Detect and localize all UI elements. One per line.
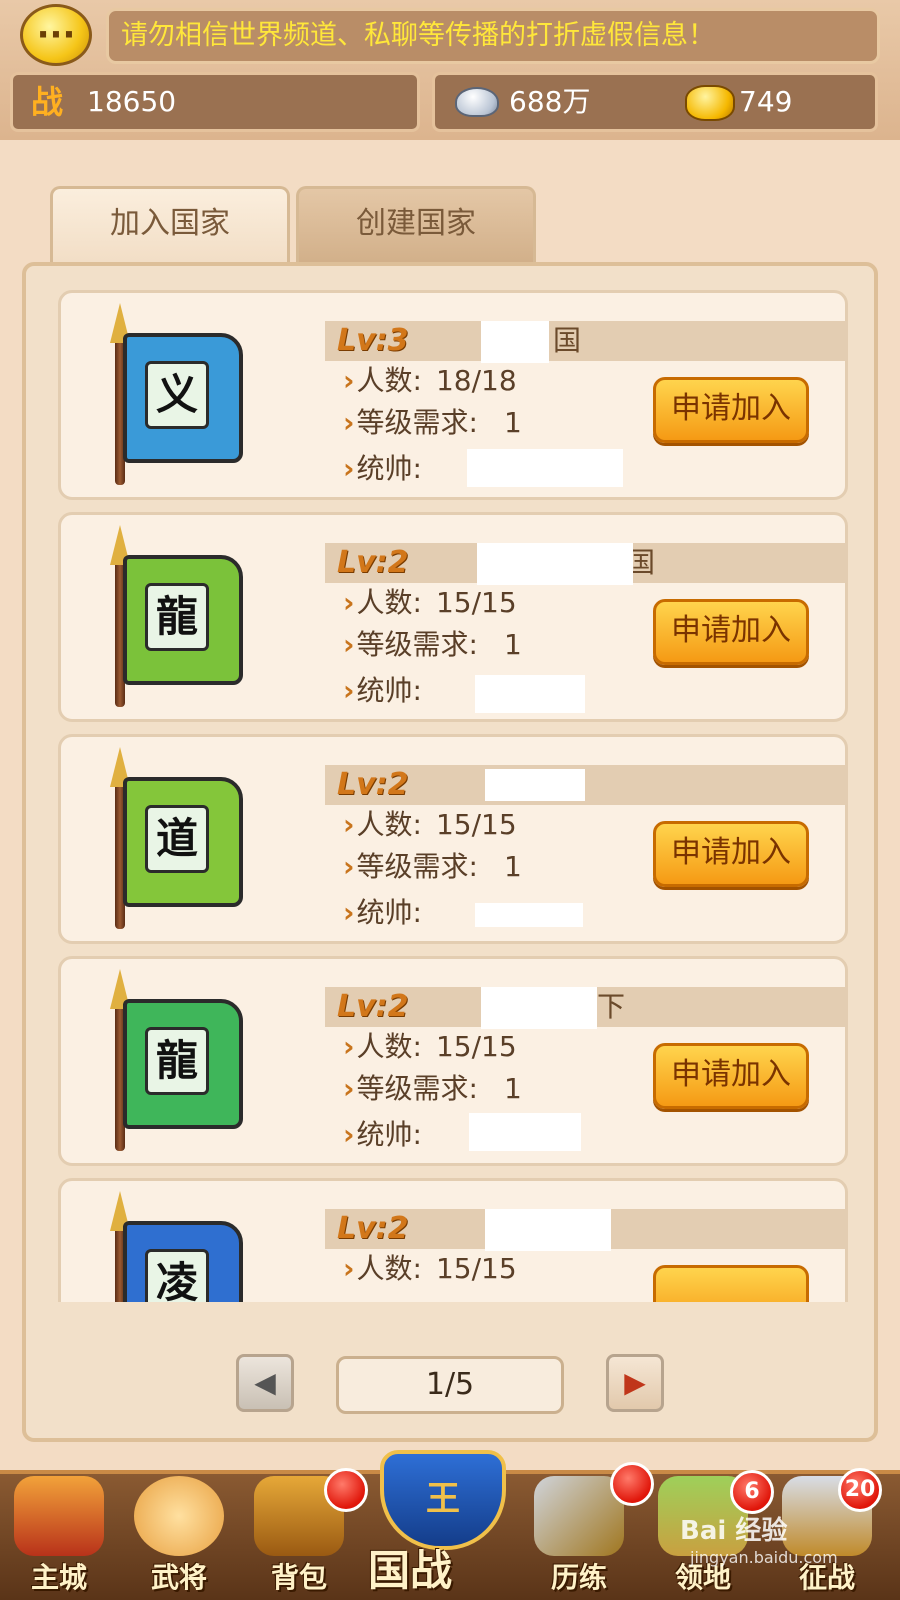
silver-ingot-icon bbox=[455, 87, 499, 117]
palace-icon bbox=[14, 1476, 104, 1556]
combat-power-icon: 战 bbox=[31, 83, 64, 121]
level-req-value: 1 bbox=[503, 850, 522, 883]
leader-name-redacted bbox=[469, 1113, 581, 1151]
leader-row: ›统帅: bbox=[343, 674, 422, 707]
members-value: 15/15 bbox=[435, 586, 517, 619]
members-value: 18/18 bbox=[435, 364, 517, 397]
country-flag-icon: 龍 bbox=[101, 969, 261, 1155]
country-level: Lv:2 bbox=[337, 989, 409, 1024]
members-row: ›人数: 15/15 bbox=[343, 586, 517, 619]
country-level: Lv:2 bbox=[337, 767, 409, 802]
country-name: 国 bbox=[627, 546, 656, 579]
country-name-redacted bbox=[477, 543, 633, 585]
watermark-url: jingyan.baidu.com bbox=[690, 1548, 838, 1567]
level-req-row: ›等级需求: 1 bbox=[343, 1072, 522, 1105]
country-card: 道 Lv:2 ›人数: 15/15 ›等级需求: 1 ›统帅: 申请加入 bbox=[58, 734, 848, 944]
prev-page-button[interactable]: ◀ bbox=[236, 1354, 294, 1412]
watermark: Bai 经验 bbox=[680, 1516, 788, 1546]
nav-training[interactable]: 历练 bbox=[520, 1462, 654, 1600]
combat-power-panel: 战 18650 bbox=[10, 72, 420, 132]
notification-badge: 20 bbox=[838, 1468, 882, 1512]
system-notice: 请勿相信世界频道、私聊等传播的打折虚假信息！ bbox=[106, 8, 880, 64]
country-card: 凌 Lv:2 ›人数: 15/15 bbox=[58, 1178, 848, 1302]
flag-emblem: 道 bbox=[145, 805, 209, 873]
level-req-value: 1 bbox=[503, 1072, 522, 1105]
chat-bubble-icon[interactable]: ··· bbox=[20, 4, 92, 66]
level-req-value: 1 bbox=[503, 406, 522, 439]
next-page-button[interactable]: ▶ bbox=[606, 1354, 664, 1412]
country-card: 龍 Lv:2 国 ›人数: 15/15 ›等级需求: 1 ›统帅: 申请加入 bbox=[58, 512, 848, 722]
country-name-redacted bbox=[485, 1209, 611, 1251]
level-req-row: ›等级需求: 1 bbox=[343, 406, 522, 439]
apply-join-button[interactable]: 申请加入 bbox=[653, 821, 809, 887]
flag-emblem: 义 bbox=[145, 361, 209, 429]
silver-value: 688万 bbox=[509, 85, 591, 118]
country-name-redacted bbox=[481, 987, 597, 1029]
currency-panel: 688万 749 bbox=[432, 72, 878, 132]
country-name-redacted bbox=[485, 769, 585, 801]
country-level: Lv:3 bbox=[337, 323, 409, 358]
nav-main-city[interactable]: 主城 bbox=[0, 1462, 118, 1600]
country-flag-icon: 凌 bbox=[101, 1191, 261, 1302]
level-req-row: ›等级需求: 1 bbox=[343, 628, 522, 661]
leader-name-redacted bbox=[475, 903, 583, 927]
apply-join-button[interactable]: 申请加入 bbox=[653, 377, 809, 443]
members-row: ›人数: 15/15 bbox=[343, 808, 517, 841]
country-level: Lv:2 bbox=[337, 545, 409, 580]
nav-nation-war[interactable]: 王 国战 bbox=[368, 1450, 518, 1600]
country-card: 龍 Lv:2 下 ›人数: 15/15 ›等级需求: 1 ›统帅: 申请加入 bbox=[58, 956, 848, 1166]
country-name-redacted bbox=[481, 321, 549, 363]
country-level: Lv:2 bbox=[337, 1211, 409, 1246]
members-row: ›人数: 15/15 bbox=[343, 1252, 517, 1285]
tab-create-country[interactable]: 创建国家 bbox=[296, 186, 536, 262]
members-row: ›人数: 18/18 bbox=[343, 364, 517, 397]
country-flag-icon: 龍 bbox=[101, 525, 261, 711]
leader-name-redacted bbox=[467, 449, 623, 487]
gold-value: 749 bbox=[739, 85, 793, 118]
leader-name-redacted bbox=[475, 675, 585, 713]
flag-emblem: 龍 bbox=[145, 1027, 209, 1095]
leader-row: ›统帅: bbox=[343, 1118, 422, 1151]
notification-badge bbox=[324, 1468, 368, 1512]
nav-generals[interactable]: 武将 bbox=[120, 1462, 238, 1600]
members-row: ›人数: 15/15 bbox=[343, 1030, 517, 1063]
nav-bag[interactable]: 背包 bbox=[240, 1462, 368, 1600]
level-req-row: ›等级需求: 1 bbox=[343, 850, 522, 883]
page-indicator: 1/5 bbox=[336, 1356, 564, 1414]
gold-ingot-icon[interactable] bbox=[685, 85, 735, 121]
leader-row: ›统帅: bbox=[343, 896, 422, 929]
members-value: 15/15 bbox=[435, 1252, 517, 1285]
flag-emblem: 凌 bbox=[145, 1249, 209, 1302]
country-flag-icon: 义 bbox=[101, 303, 261, 489]
members-value: 15/15 bbox=[435, 1030, 517, 1063]
apply-join-button[interactable] bbox=[653, 1265, 809, 1302]
country-card: 义 Lv:3 国 ›人数: 18/18 ›等级需求: 1 ›统帅: 申请加入 bbox=[58, 290, 848, 500]
members-value: 15/15 bbox=[435, 808, 517, 841]
apply-join-button[interactable]: 申请加入 bbox=[653, 1043, 809, 1109]
country-flag-icon: 道 bbox=[101, 747, 261, 933]
generals-icon bbox=[134, 1476, 224, 1556]
country-list[interactable]: 义 Lv:3 国 ›人数: 18/18 ›等级需求: 1 ›统帅: 申请加入 龍 L… bbox=[58, 290, 848, 1302]
tab-join-country[interactable]: 加入国家 bbox=[50, 186, 290, 262]
king-shield-icon: 王 bbox=[380, 1450, 506, 1550]
level-req-value: 1 bbox=[503, 628, 522, 661]
country-name: 国 bbox=[553, 324, 582, 357]
apply-join-button[interactable]: 申请加入 bbox=[653, 599, 809, 665]
leader-row: ›统帅: bbox=[343, 452, 422, 485]
combat-power-value: 18650 bbox=[87, 85, 177, 118]
country-name: 下 bbox=[597, 990, 626, 1023]
flag-emblem: 龍 bbox=[145, 583, 209, 651]
